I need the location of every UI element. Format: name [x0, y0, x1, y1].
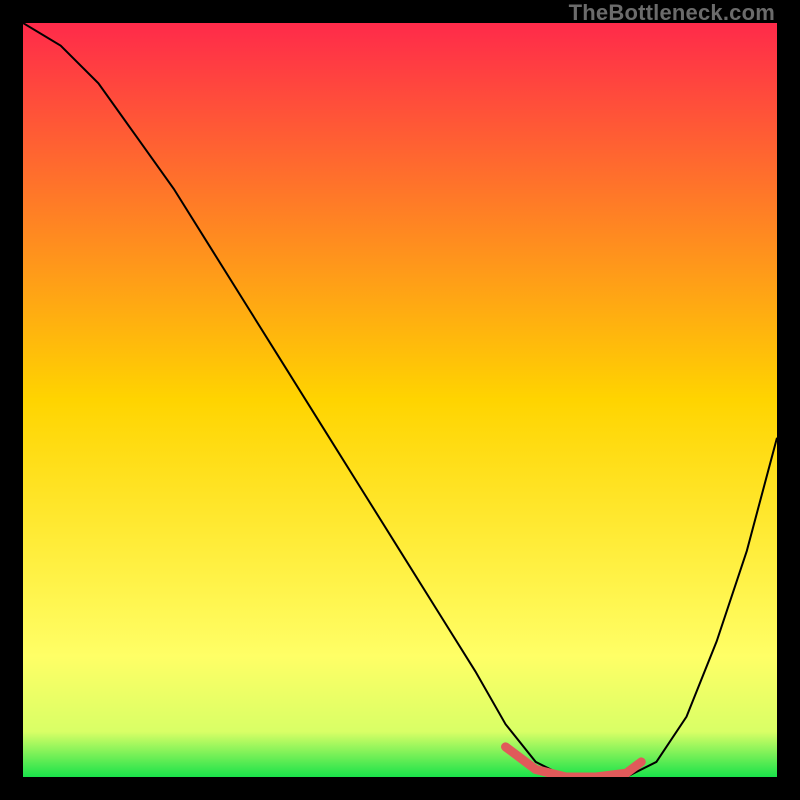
- plot-area: [23, 23, 777, 777]
- chart-svg: [23, 23, 777, 777]
- chart-frame: TheBottleneck.com: [0, 0, 800, 800]
